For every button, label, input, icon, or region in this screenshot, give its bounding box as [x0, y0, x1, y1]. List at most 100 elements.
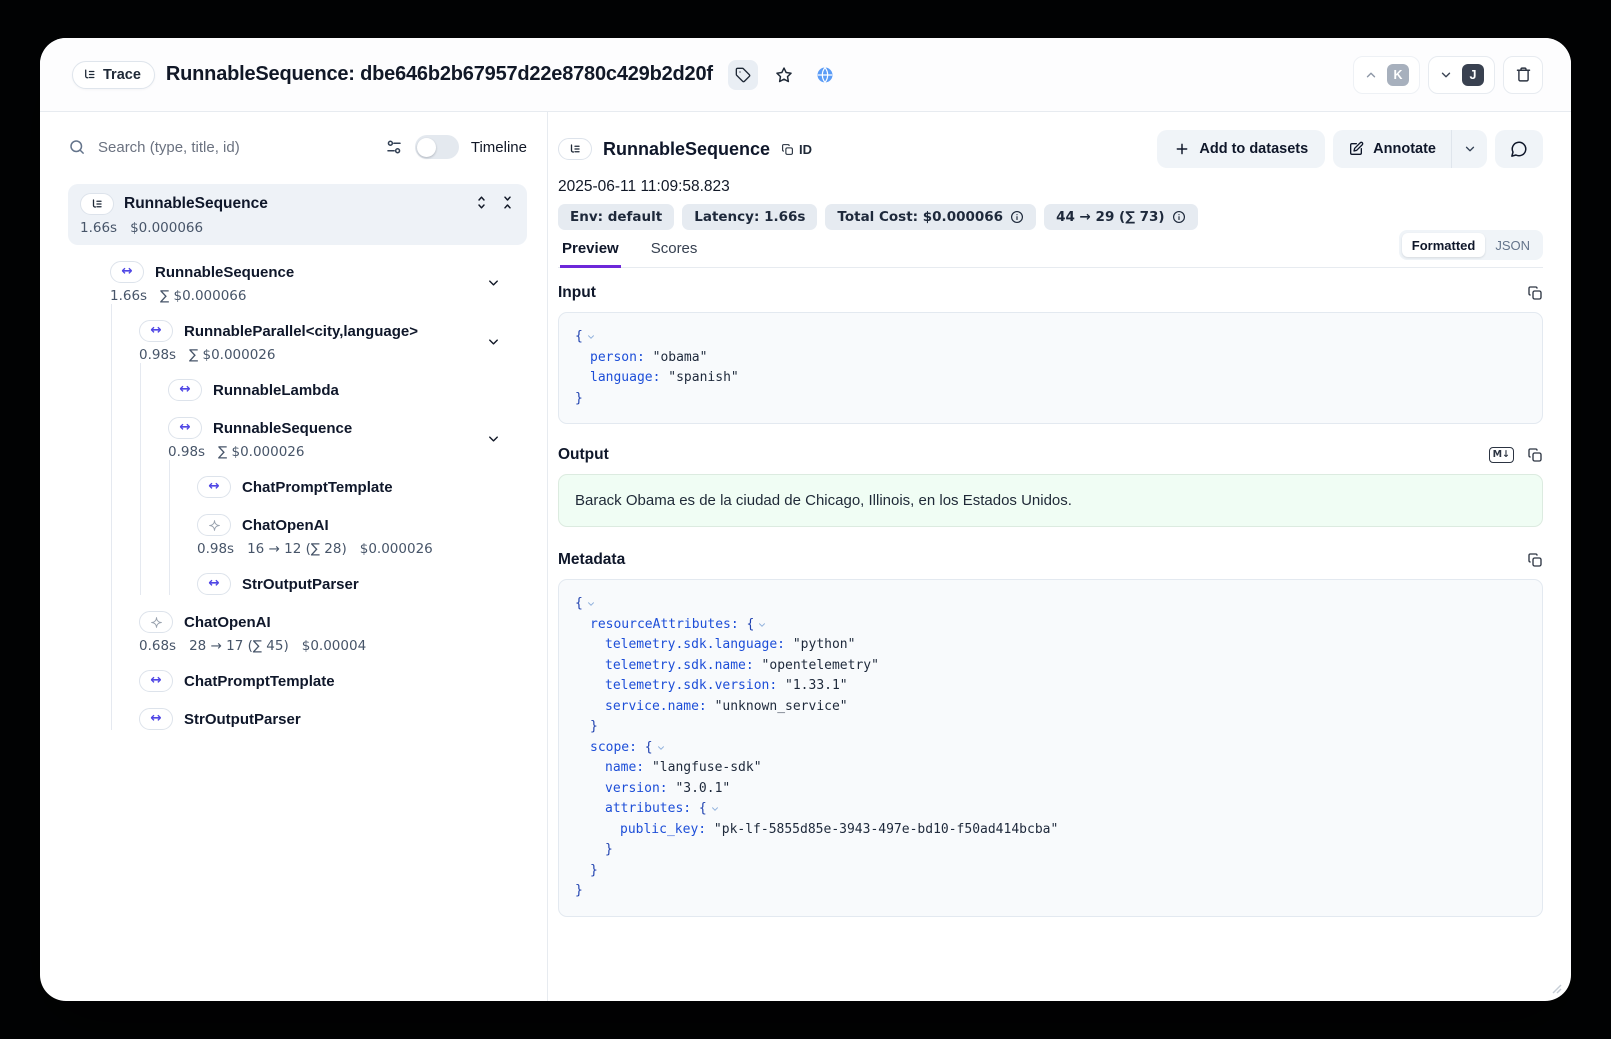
left-right-arrow-icon: ↔: [208, 577, 219, 591]
tree-node-name: StrOutputParser: [184, 711, 301, 728]
tree-node-name: ChatPromptTemplate: [242, 479, 393, 496]
tree-search-row: Timeline: [68, 132, 527, 162]
copy-icon: [781, 143, 794, 156]
format-toggle-formatted[interactable]: Formatted: [1402, 233, 1486, 257]
copy-icon[interactable]: [1527, 447, 1543, 463]
markdown-toggle-icon[interactable]: M↓: [1489, 447, 1514, 463]
tree-node-metric: $0.000026: [360, 541, 433, 557]
left-right-arrow-icon: ↔: [208, 480, 219, 494]
indent-guide: [111, 498, 112, 557]
indent-guide: [111, 595, 112, 654]
indent-guide: [111, 304, 112, 363]
tab-scores[interactable]: Scores: [649, 240, 700, 267]
list-tree-icon: [569, 143, 581, 155]
span-type-icon: ↔: [139, 670, 173, 692]
collapse-json-icon[interactable]: [710, 804, 720, 814]
trace-root-card[interactable]: RunnableSequence 1.66s $0.000066: [68, 184, 527, 245]
code-token: {: [739, 615, 755, 636]
copy-icon[interactable]: [1527, 285, 1543, 301]
code-token: name:: [605, 758, 644, 779]
trace-root-name: RunnableSequence: [124, 195, 268, 213]
annotate-menu-button[interactable]: [1451, 130, 1487, 168]
collapse-node-icon[interactable]: [486, 275, 501, 290]
search-input[interactable]: [98, 139, 373, 156]
list-tree-icon: [91, 198, 103, 210]
trace-tree-node[interactable]: ChatOpenAI0.98s16 → 12 (∑ 28)$0.000026: [68, 514, 527, 557]
info-icon[interactable]: [1172, 210, 1186, 224]
tree-node-name: RunnableParallel<city,language>: [184, 323, 418, 340]
plus-icon: [1174, 141, 1190, 157]
trace-tree-node[interactable]: ↔RunnableSequence0.98s∑ $0.000026: [68, 417, 527, 460]
public-visibility-button[interactable]: [810, 60, 840, 90]
span-type-icon: ↔: [110, 261, 144, 283]
indent-guide: [169, 557, 170, 595]
indent-guide: [140, 363, 141, 401]
code-token: }: [575, 881, 583, 902]
trace-tree-node[interactable]: ↔RunnableSequence1.66s∑ $0.000066: [68, 261, 527, 304]
code-line: attributes: {: [575, 799, 1526, 820]
tree-node-metric: 28 → 17 (∑ 45): [189, 638, 289, 654]
trace-tree-node[interactable]: ↔ ChatPromptTemplate: [68, 476, 527, 498]
tree-node-main: ↔ RunnableParallel<city,language>: [139, 320, 527, 342]
trace-tree-node[interactable]: ↔ChatPromptTemplate: [68, 670, 527, 692]
annotate-button[interactable]: Annotate: [1333, 130, 1451, 168]
span-tree: ↔RunnableSequence1.66s∑ $0.000066↔Runnab…: [68, 261, 527, 730]
collapse-all-icon[interactable]: [500, 195, 515, 210]
indent-guide: [169, 460, 170, 498]
code-token: "1.33.1": [777, 676, 847, 697]
collapse-node-icon[interactable]: [486, 334, 501, 349]
metric-badge: Latency: 1.66s: [682, 204, 817, 230]
list-tree-icon: [83, 68, 96, 81]
span-type-icon: ↔: [197, 573, 231, 595]
code-token: language:: [590, 368, 660, 389]
add-to-datasets-button[interactable]: Add to datasets: [1157, 130, 1325, 168]
prev-trace-button[interactable]: K: [1353, 56, 1420, 94]
trace-header-actions: K J: [1353, 56, 1543, 94]
tree-node-name: RunnableSequence: [155, 264, 294, 281]
filter-sliders-icon[interactable]: [385, 138, 403, 156]
next-trace-button[interactable]: J: [1428, 56, 1495, 94]
span-type-icon: ↔: [139, 320, 173, 342]
shortcut-key-j: J: [1462, 64, 1484, 86]
indent-guide: [140, 460, 141, 498]
copy-id-button[interactable]: ID: [781, 142, 812, 157]
tree-node-metric: 0.68s: [139, 638, 176, 654]
format-toggle-json[interactable]: JSON: [1485, 233, 1540, 257]
expand-all-icon[interactable]: [474, 195, 489, 210]
detail-tabs: PreviewScores FormattedJSON: [558, 240, 1543, 268]
star-icon: [775, 66, 793, 84]
trace-tree-node[interactable]: ↔RunnableParallel<city,language>0.98s∑ $…: [68, 320, 527, 363]
code-token: public_key:: [620, 820, 706, 841]
metric-badge: Total Cost: $0.000066: [825, 204, 1036, 230]
tree-node-metric: 0.98s: [168, 444, 205, 460]
trace-tree-node[interactable]: ↔StrOutputParser: [68, 708, 527, 730]
copy-icon[interactable]: [1527, 552, 1543, 568]
bookmark-button[interactable]: [769, 60, 799, 90]
tags-button[interactable]: [728, 60, 758, 90]
globe-icon: [816, 66, 834, 84]
collapse-json-icon[interactable]: [757, 620, 767, 630]
tab-preview[interactable]: Preview: [560, 240, 621, 268]
timeline-toggle[interactable]: [415, 135, 459, 159]
output-text-block: Barack Obama es de la ciudad de Chicago,…: [558, 474, 1543, 527]
indent-guide: [111, 692, 112, 730]
comments-button[interactable]: [1495, 130, 1543, 168]
collapse-node-icon[interactable]: [486, 431, 501, 446]
trace-tree-node[interactable]: ↔RunnableLambda: [68, 379, 527, 401]
generation-type-icon: [197, 514, 231, 536]
resize-handle[interactable]: [1552, 984, 1562, 994]
metric-badge-text: 44 → 29 (∑ 73): [1056, 209, 1165, 225]
collapse-json-icon[interactable]: [586, 332, 596, 342]
chevron-down-icon: [1463, 142, 1477, 156]
delete-trace-button[interactable]: [1503, 56, 1543, 94]
chevron-up-icon: [1364, 68, 1378, 82]
collapse-json-icon[interactable]: [656, 743, 666, 753]
sparkle-icon: [150, 616, 163, 629]
trace-tree-node[interactable]: ChatOpenAI0.68s28 → 17 (∑ 45)$0.00004: [68, 611, 527, 654]
tree-node-metric: 0.98s: [139, 347, 176, 363]
info-icon[interactable]: [1010, 210, 1024, 224]
trace-tree-node[interactable]: ↔StrOutputParser: [68, 573, 527, 595]
code-token: {: [691, 799, 707, 820]
collapse-json-icon[interactable]: [586, 599, 596, 609]
trace-root-row: RunnableSequence: [80, 193, 515, 215]
